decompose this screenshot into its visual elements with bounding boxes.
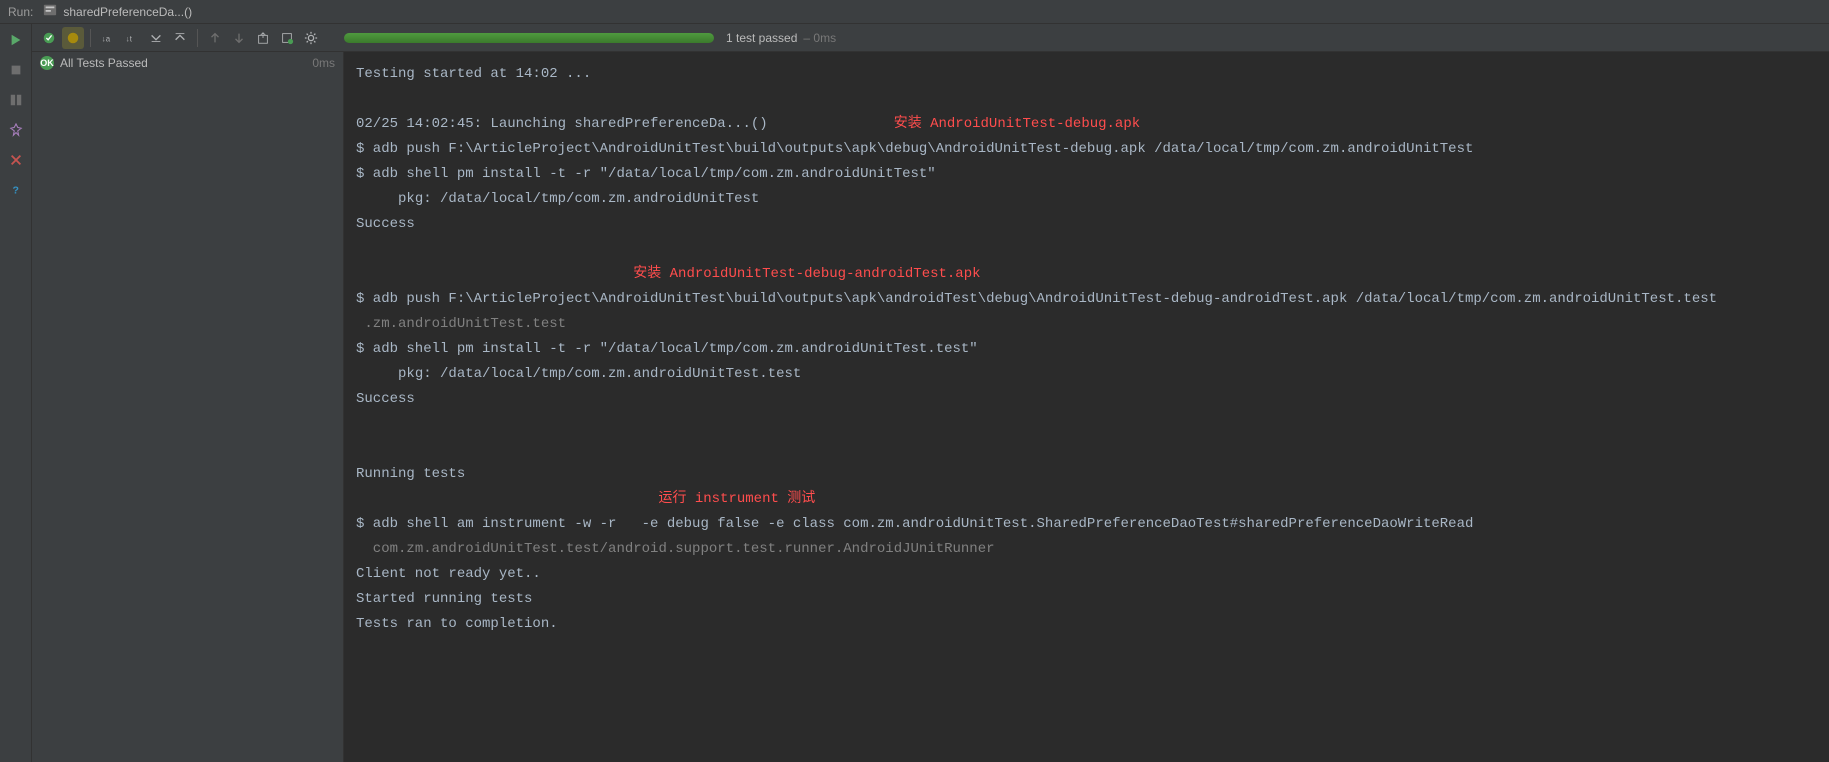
svg-text:↓a: ↓a	[102, 34, 111, 43]
console-line: pkg: /data/local/tmp/com.zm.androidUnitT…	[356, 366, 801, 382]
console-line-wrap: com.zm.androidUnitTest.test/android.supp…	[364, 541, 994, 557]
console-line: $ adb push F:\ArticleProject\AndroidUnit…	[356, 291, 1717, 307]
next-failed-button[interactable]	[228, 27, 250, 49]
annotation-install-androidtest: 安装 AndroidUnitTest-debug-androidTest.apk	[633, 266, 980, 282]
settings-button[interactable]	[300, 27, 322, 49]
stop-button[interactable]	[4, 58, 28, 82]
run-config-name[interactable]: sharedPreferenceDa...()	[63, 5, 192, 19]
tree-root-time: 0ms	[312, 56, 335, 70]
layout-button[interactable]	[4, 88, 28, 112]
test-status-time: – 0ms	[803, 31, 836, 45]
close-button[interactable]	[4, 148, 28, 172]
collapse-all-button[interactable]	[169, 27, 191, 49]
help-button[interactable]: ?	[4, 178, 28, 202]
console-line: $ adb shell am instrument -w -r -e debug…	[356, 516, 1473, 532]
tree-root-node[interactable]: OK All Tests Passed 0ms	[32, 52, 343, 74]
run-label: Run:	[8, 5, 33, 19]
console-line: pkg: /data/local/tmp/com.zm.androidUnitT…	[356, 191, 759, 207]
sort-alpha-button[interactable]: ↓a	[97, 27, 119, 49]
console-line: Testing started at 14:02 ...	[356, 66, 591, 82]
test-status-text: 1 test passed	[726, 31, 797, 45]
test-progress-fill	[344, 33, 714, 43]
console-line: Tests ran to completion.	[356, 616, 558, 632]
console-output[interactable]: Testing started at 14:02 ... 02/25 14:02…	[344, 52, 1829, 762]
expand-all-button[interactable]	[145, 27, 167, 49]
console-line: 02/25 14:02:45: Launching sharedPreferen…	[356, 116, 768, 132]
console-line: Client not ready yet..	[356, 566, 541, 582]
console-line: $ adb shell pm install -t -r "/data/loca…	[356, 341, 978, 357]
svg-text:↓t: ↓t	[126, 34, 133, 43]
sort-duration-button[interactable]: ↓t	[121, 27, 143, 49]
console-line: Started running tests	[356, 591, 532, 607]
prev-failed-button[interactable]	[204, 27, 226, 49]
test-toolbar: ↓a ↓t	[32, 24, 1829, 52]
console-line: Running tests	[356, 466, 465, 482]
annotation-run-instrument: 运行 instrument 测试	[658, 491, 815, 507]
export-results-button[interactable]	[252, 27, 274, 49]
body-row: OK All Tests Passed 0ms Testing started …	[32, 52, 1829, 762]
run-config-icon	[43, 3, 57, 20]
test-tree-panel: OK All Tests Passed 0ms	[32, 52, 344, 762]
toolbar-separator	[90, 29, 91, 47]
toolbar-separator	[197, 29, 198, 47]
import-results-button[interactable]	[276, 27, 298, 49]
main-row: ? ↓a ↓t	[0, 24, 1829, 762]
test-progress-bar	[344, 33, 714, 43]
svg-text:?: ?	[12, 185, 18, 197]
console-line: Success	[356, 391, 415, 407]
rerun-button[interactable]	[4, 28, 28, 52]
console-line: $ adb shell pm install -t -r "/data/loca…	[356, 166, 936, 182]
console-line-wrap: .zm.androidUnitTest.test	[364, 316, 566, 332]
annotation-install-debug: 安装 AndroidUnitTest-debug.apk	[894, 116, 1140, 132]
console-line: $ adb push F:\ArticleProject\AndroidUnit…	[356, 141, 1473, 157]
ok-icon: OK	[40, 56, 54, 70]
show-ignored-toggle[interactable]	[62, 27, 84, 49]
console-line: Success	[356, 216, 415, 232]
left-gutter: ?	[0, 24, 32, 762]
show-passed-toggle[interactable]	[38, 27, 60, 49]
tree-root-label: All Tests Passed	[60, 56, 148, 70]
run-tab-bar: Run: sharedPreferenceDa...()	[0, 0, 1829, 24]
pin-button[interactable]	[4, 118, 28, 142]
center-column: ↓a ↓t	[32, 24, 1829, 762]
